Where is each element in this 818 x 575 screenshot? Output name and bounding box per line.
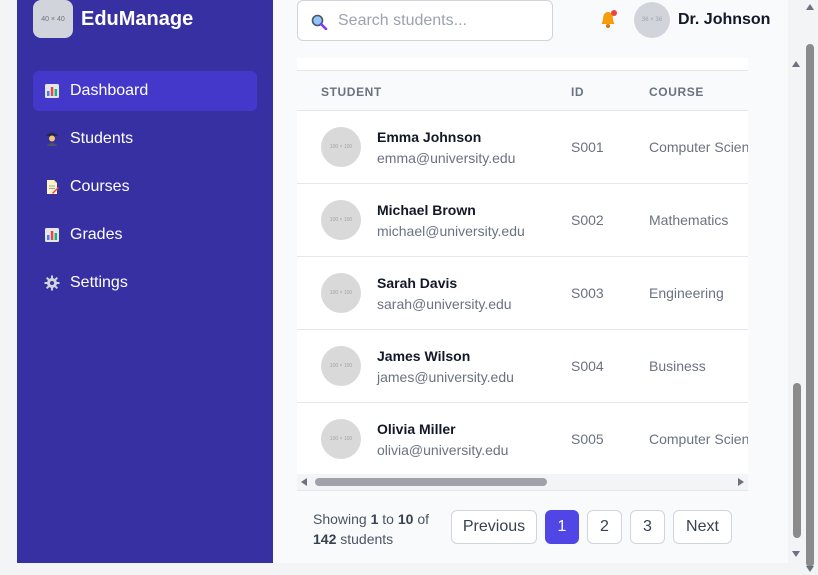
student-email: sarah@university.edu <box>377 296 512 312</box>
horizontal-scrollbar[interactable] <box>297 474 748 490</box>
student-email: james@university.edu <box>377 369 514 385</box>
search-box[interactable] <box>297 0 553 41</box>
sidebar-item-label: Settings <box>70 274 128 291</box>
column-header-course: COURSE <box>649 85 704 99</box>
students-word: students <box>340 531 394 547</box>
student-course: Engineering <box>649 285 724 301</box>
table-row[interactable]: 100 × 100 Sarah Davis sarah@university.e… <box>297 256 748 330</box>
page-3-button[interactable]: 3 <box>630 510 665 544</box>
next-button[interactable]: Next <box>673 510 732 544</box>
student-course: Computer Science <box>649 431 748 447</box>
column-header-id: ID <box>571 85 585 99</box>
range-from: 1 <box>370 511 379 527</box>
table-row[interactable]: 100 × 100 Olivia Miller olivia@universit… <box>297 402 748 476</box>
of-word: of <box>417 511 430 527</box>
scroll-right-icon[interactable] <box>738 478 744 486</box>
student-email: michael@university.edu <box>377 223 525 239</box>
student-name: Sarah Davis <box>377 275 458 291</box>
sidebar-item-label: Students <box>70 130 134 147</box>
avatar: 36 × 36 <box>634 2 670 38</box>
user-name: Dr. Johnson <box>678 11 771 28</box>
bar-chart-icon <box>43 226 61 244</box>
search-icon <box>310 12 328 30</box>
logo-placeholder: 40 × 40 <box>33 0 73 38</box>
student-id: S005 <box>571 431 604 447</box>
horizontal-scroll-thumb[interactable] <box>315 478 547 486</box>
student-avatar: 100 × 100 <box>321 346 361 386</box>
search-input[interactable] <box>336 10 540 31</box>
scroll-down-icon[interactable] <box>792 551 800 557</box>
student-course: Computer Science <box>649 139 748 155</box>
sidebar-item-students[interactable]: Students <box>33 119 257 159</box>
student-name: Emma Johnson <box>377 129 482 145</box>
scroll-down-icon[interactable] <box>806 566 814 572</box>
table-row[interactable]: 100 × 100 Michael Brown michael@universi… <box>297 183 748 257</box>
document-icon <box>43 178 61 196</box>
students-table-card: STUDENT ID COURSE 100 × 100 Emma Johnson… <box>297 58 748 563</box>
student-id: S003 <box>571 285 604 301</box>
sidebar-item-courses[interactable]: Courses <box>33 167 257 207</box>
student-icon <box>43 130 61 148</box>
student-course: Mathematics <box>649 212 729 228</box>
student-avatar: 100 × 100 <box>321 200 361 240</box>
user-menu[interactable]: 36 × 36 Dr. Johnson <box>634 2 770 38</box>
app-window: 40 × 40 EduManage Dashboard Students Cou… <box>17 0 805 575</box>
student-id: S004 <box>571 358 604 374</box>
scroll-up-icon[interactable] <box>792 61 800 67</box>
student-avatar: 100 × 100 <box>321 127 361 167</box>
table-row[interactable]: 100 × 100 James Wilson james@university.… <box>297 329 748 403</box>
notification-dot <box>611 10 617 16</box>
sidebar-item-label: Grades <box>70 226 123 243</box>
page-2-button[interactable]: 2 <box>587 510 622 544</box>
sidebar-item-grades[interactable]: Grades <box>33 215 257 255</box>
student-email: olivia@university.edu <box>377 442 509 458</box>
sidebar-nav: Dashboard Students Courses Grades Settin… <box>33 71 257 311</box>
pagination-footer: Showing 1 to 10 of 142 students Previous… <box>297 490 748 563</box>
scroll-left-icon[interactable] <box>301 478 307 486</box>
brand: 40 × 40 EduManage <box>33 0 193 40</box>
page-scrollbar[interactable] <box>802 0 818 575</box>
student-avatar: 100 × 100 <box>321 419 361 459</box>
scroll-up-icon[interactable] <box>806 4 814 10</box>
student-avatar: 100 × 100 <box>321 273 361 313</box>
content-scroll-thumb[interactable] <box>793 383 801 538</box>
student-id: S001 <box>571 139 604 155</box>
pagination-summary: Showing 1 to 10 of 142 students <box>313 509 443 549</box>
table-row[interactable]: 100 × 100 Emma Johnson emma@university.e… <box>297 110 748 184</box>
previous-button[interactable]: Previous <box>451 510 537 544</box>
page-1-button[interactable]: 1 <box>545 510 579 544</box>
range-to: 10 <box>397 511 414 527</box>
student-name: James Wilson <box>377 348 471 364</box>
table-header: STUDENT ID COURSE <box>297 70 748 111</box>
student-name: Michael Brown <box>377 202 476 218</box>
sidebar-item-settings[interactable]: Settings <box>33 263 257 303</box>
showing-prefix: Showing <box>313 511 367 527</box>
to-word: to <box>382 511 394 527</box>
column-header-student: STUDENT <box>321 85 382 99</box>
student-course: Business <box>649 358 706 374</box>
student-id: S002 <box>571 212 604 228</box>
sidebar-item-label: Courses <box>70 178 130 195</box>
notification-bell-icon[interactable] <box>599 10 617 30</box>
gear-icon <box>43 274 61 292</box>
sidebar-item-label: Dashboard <box>70 82 149 99</box>
student-name: Olivia Miller <box>377 421 456 437</box>
bar-chart-icon <box>43 82 61 100</box>
sidebar-item-dashboard[interactable]: Dashboard <box>33 71 257 111</box>
page-scroll-thumb[interactable] <box>806 44 814 567</box>
brand-name: EduManage <box>81 7 194 30</box>
student-email: emma@university.edu <box>377 150 516 166</box>
total-count: 142 <box>313 531 337 547</box>
sidebar: 40 × 40 EduManage Dashboard Students Cou… <box>17 0 273 563</box>
